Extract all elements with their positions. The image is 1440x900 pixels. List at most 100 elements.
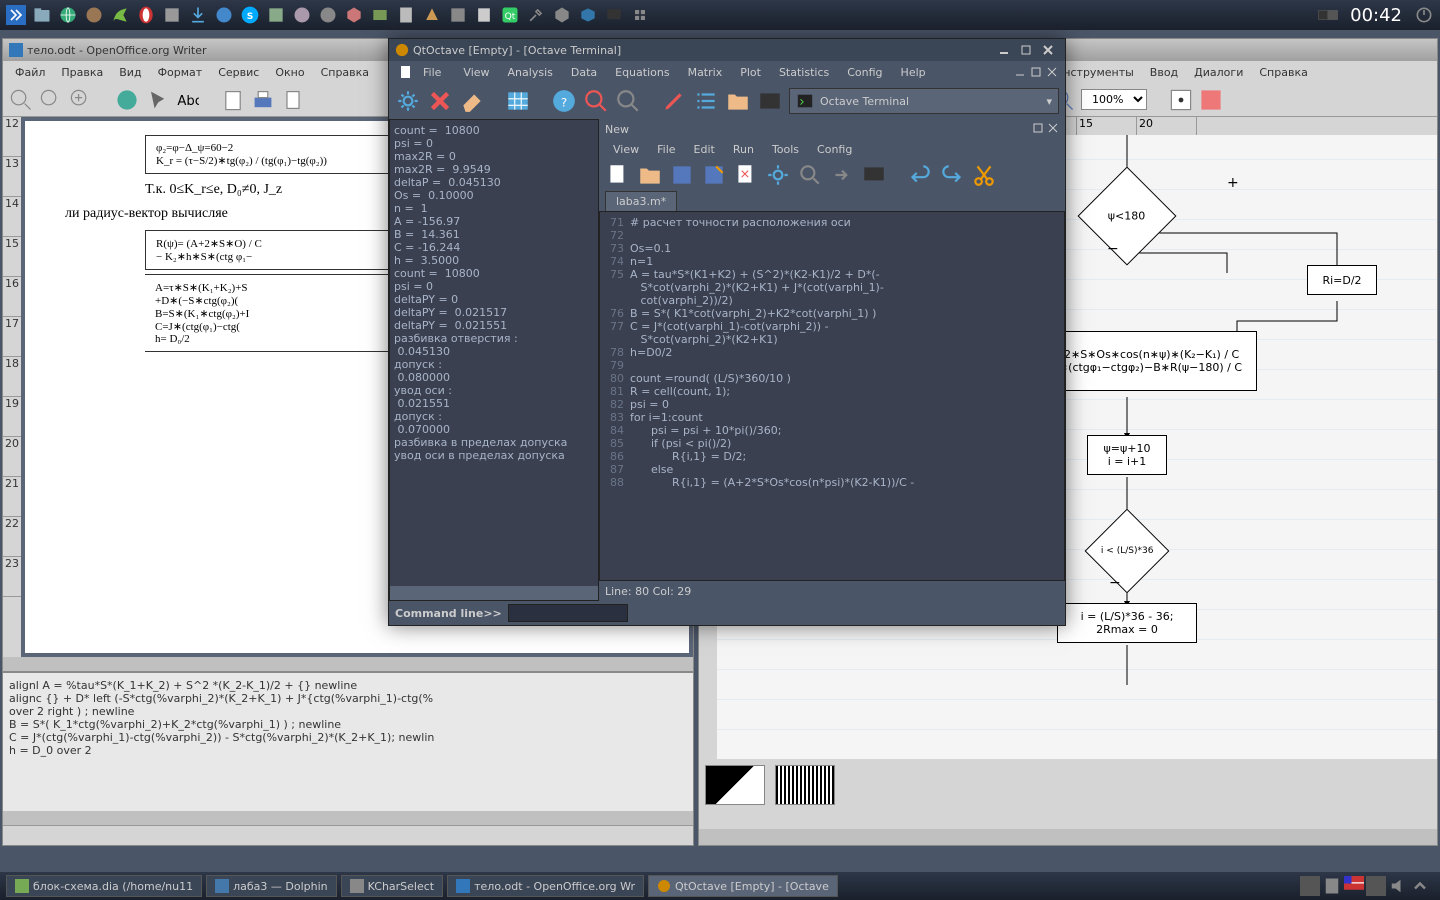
maximize-icon[interactable]: [1019, 43, 1033, 57]
doc-icon[interactable]: [281, 88, 305, 112]
task-dolphin[interactable]: лаба3 — Dolphin: [206, 875, 337, 897]
pencil-icon[interactable]: [661, 88, 687, 114]
tray-icon-4[interactable]: [1366, 876, 1386, 896]
qtoctave-menu-data[interactable]: Data: [563, 64, 605, 81]
eraser-icon[interactable]: [459, 88, 485, 114]
terminal-scrollbar[interactable]: [390, 586, 598, 600]
dia-menu-dialogs[interactable]: Диалоги: [1188, 64, 1249, 81]
close-icon[interactable]: [1041, 43, 1055, 57]
stop-icon[interactable]: [427, 88, 453, 114]
app-icon-22[interactable]: [550, 3, 574, 27]
tray-icon-1[interactable]: [1300, 876, 1320, 896]
cursor-icon[interactable]: [145, 88, 169, 112]
detach-icon[interactable]: [1032, 122, 1044, 134]
app-icon-7[interactable]: [160, 3, 184, 27]
editor-menu-edit[interactable]: Edit: [686, 141, 723, 158]
volume-icon[interactable]: [1388, 876, 1408, 896]
inner-minimize-icon[interactable]: [1013, 65, 1027, 79]
writer-scrollbar[interactable]: [3, 657, 693, 671]
writer-menu-file[interactable]: Файл: [9, 64, 51, 81]
flowchart-process-inc[interactable]: ψ=ψ+10 i = i+1: [1087, 435, 1167, 475]
find-icon[interactable]: [797, 162, 823, 188]
save-icon[interactable]: [669, 162, 695, 188]
app-icon-11[interactable]: [264, 3, 288, 27]
run-icon[interactable]: [765, 162, 791, 188]
cut-icon[interactable]: [971, 162, 997, 188]
task-kcharselect[interactable]: KCharSelect: [341, 875, 443, 897]
zoom-out-icon[interactable]: [9, 88, 33, 112]
minimize-icon[interactable]: [997, 43, 1011, 57]
dia-scrollbar[interactable]: [699, 829, 1437, 845]
zoom-icon[interactable]: [39, 88, 63, 112]
qtoctave-menu-statistics[interactable]: Statistics: [771, 64, 837, 81]
dia-menu-input[interactable]: Ввод: [1144, 64, 1184, 81]
help-icon[interactable]: ?: [551, 88, 577, 114]
app-icon-24[interactable]: [602, 3, 626, 27]
file-manager-icon[interactable]: [30, 3, 54, 27]
shutdown-icon[interactable]: [1412, 3, 1436, 27]
flowchart-process-ri[interactable]: Ri=D/2: [1307, 265, 1377, 295]
writer-scrollbar-2[interactable]: [3, 811, 693, 825]
monitor-icon[interactable]: [861, 162, 887, 188]
qt-icon[interactable]: Qt: [498, 3, 522, 27]
octave-terminal-output[interactable]: count = 10800 psi = 0 max2R = 0 max2R = …: [389, 119, 599, 601]
zoom-combo[interactable]: 100%: [1081, 89, 1147, 110]
globe-icon[interactable]: [115, 88, 139, 112]
desktop-switcher[interactable]: [1316, 3, 1340, 27]
redo-icon[interactable]: [939, 162, 965, 188]
undo-icon[interactable]: [907, 162, 933, 188]
app-icon-19[interactable]: [472, 3, 496, 27]
inner-close-icon[interactable]: [1045, 65, 1059, 79]
editor-tab[interactable]: laba3.m*: [605, 191, 677, 211]
task-writer[interactable]: тело.odt - OpenOffice.org Wr: [447, 875, 644, 897]
app-icon-12[interactable]: [290, 3, 314, 27]
editor-menu-file[interactable]: File: [649, 141, 683, 158]
writer-menu-format[interactable]: Формат: [152, 64, 209, 81]
app-icon-13[interactable]: [316, 3, 340, 27]
qtoctave-menu-equations[interactable]: Equations: [607, 64, 677, 81]
spellcheck-icon[interactable]: Abc: [175, 88, 199, 112]
writer-menu-window[interactable]: Окно: [269, 64, 310, 81]
snap-icon[interactable]: [1199, 88, 1223, 112]
table-icon[interactable]: [505, 88, 531, 114]
editor-menu-view[interactable]: View: [605, 141, 647, 158]
fg-bg-swatch[interactable]: [705, 765, 765, 805]
kde-menu-icon[interactable]: [4, 3, 28, 27]
qtoctave-titlebar[interactable]: QtOctave [Empty] - [Octave Terminal]: [389, 39, 1065, 61]
terminal-small-icon[interactable]: [757, 88, 783, 114]
task-qtoctave[interactable]: QtOctave [Empty] - [Octave: [648, 875, 838, 897]
grid-icon[interactable]: [1169, 88, 1193, 112]
app-icon-9[interactable]: [212, 3, 236, 27]
search-icon[interactable]: [583, 88, 609, 114]
close-file-icon[interactable]: [733, 162, 759, 188]
keyboard-layout-icon[interactable]: [1344, 876, 1364, 896]
new-doc-icon[interactable]: [221, 88, 245, 112]
qtoctave-menu-plot[interactable]: Plot: [732, 64, 769, 81]
dia-menu-help[interactable]: Справка: [1253, 64, 1313, 81]
open-file-icon[interactable]: [637, 162, 663, 188]
virtualbox-icon[interactable]: [576, 3, 600, 27]
app-icon-17[interactable]: [420, 3, 444, 27]
writer-formula-editor[interactable]: alignl A = %tau*S*(K_1+K_2) + S^2 *(K_2-…: [3, 671, 693, 811]
flowchart-decision-2[interactable]: i < (L/S)*36: [1085, 509, 1170, 594]
writer-menu-edit[interactable]: Правка: [55, 64, 109, 81]
writer-menu-tools[interactable]: Сервис: [212, 64, 265, 81]
code-editor[interactable]: 71# расчет точности расположения оси7273…: [599, 211, 1065, 581]
download-icon[interactable]: [186, 3, 210, 27]
list-icon[interactable]: [693, 88, 719, 114]
flowchart-process-end[interactable]: i = (L/S)*36 - 36; 2Rmax = 0: [1057, 603, 1197, 643]
editor-menu-run[interactable]: Run: [725, 141, 762, 158]
zoom-in-icon[interactable]: [69, 88, 93, 112]
command-line-input[interactable]: [508, 604, 628, 622]
print-icon[interactable]: [251, 88, 275, 112]
tools-icon[interactable]: [524, 3, 548, 27]
gear-icon[interactable]: [395, 88, 421, 114]
editor-menu-config[interactable]: Config: [809, 141, 860, 158]
clock[interactable]: 00:42: [1340, 5, 1412, 26]
qtoctave-menu-view[interactable]: View: [455, 64, 497, 81]
qtoctave-menu-file[interactable]: File: [395, 62, 453, 83]
terminal-selector[interactable]: Octave Terminal ▾: [789, 88, 1059, 114]
pattern-swatch[interactable]: [775, 765, 835, 805]
zoom-icon[interactable]: [615, 88, 641, 114]
editor-menu-tools[interactable]: Tools: [764, 141, 807, 158]
